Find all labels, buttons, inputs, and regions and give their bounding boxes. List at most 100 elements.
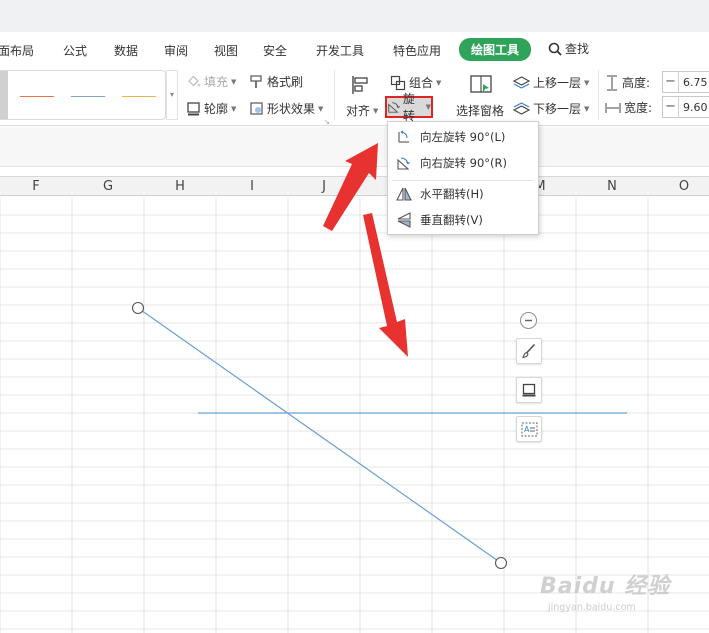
shape-effect-button[interactable]: 形状效果 ▼ <box>249 100 323 117</box>
rotate-right-90-item[interactable]: 向右旋转 90°(R) <box>388 150 538 176</box>
style-swatch-yellow[interactable] <box>122 96 156 97</box>
flip-horizontal-icon <box>396 187 412 201</box>
format-painter-icon <box>250 75 262 88</box>
rotate-icon <box>388 102 400 113</box>
style-swatch-blue[interactable] <box>71 96 105 97</box>
ribbon-toolbar: ▾ 填充 ▼ 格式刷 轮廓 ▼ 形状效果 ▼ ↘ 对齐 ▼ 组合 ▼ 旋转 ▼ 选择窗格 上… <box>0 64 709 126</box>
width-input[interactable]: − 9.60 <box>662 96 709 118</box>
selected-diagonal-line-shape[interactable] <box>137 307 502 564</box>
shape-effect-icon <box>250 102 263 115</box>
gallery-expand-button[interactable]: ▾ <box>166 70 178 120</box>
width-icon <box>605 102 621 113</box>
column-header-o[interactable]: O <box>674 179 694 194</box>
height-input[interactable]: − 6.75 <box>662 71 709 93</box>
column-header-n[interactable]: N <box>602 179 622 194</box>
flip-vertical-item[interactable]: 垂直翻转(V) <box>388 207 538 233</box>
chevron-down-icon: ▼ <box>231 77 237 86</box>
tab-review[interactable]: 审阅 <box>164 42 188 59</box>
width-label-block: 宽度: <box>605 99 652 116</box>
collapse-minus-icon <box>525 319 532 322</box>
flip-horizontal-item[interactable]: 水平翻转(H) <box>388 181 538 207</box>
height-label: 高度: <box>622 76 651 90</box>
tab-drawing-tools[interactable]: 绘图工具 <box>459 38 532 61</box>
watermark-url: jingyan.baidu.com <box>548 602 636 613</box>
send-backward-icon <box>513 102 530 115</box>
group-button[interactable]: 组合 ▼ <box>390 74 441 91</box>
tab-data[interactable]: 数据 <box>114 42 138 59</box>
text-box-button[interactable]: A <box>516 416 542 442</box>
chevron-down-icon: ▼ <box>318 104 324 113</box>
send-backward-label: 下移一层 <box>533 102 582 116</box>
rotate-button[interactable]: 旋转 ▼ <box>385 92 433 123</box>
ribbon-divider <box>598 70 599 120</box>
rotate-label: 旋转 <box>402 92 415 123</box>
outline-button[interactable]: 轮廓 ▼ <box>186 100 236 117</box>
tab-developer-tools[interactable]: 开发工具 <box>316 42 364 59</box>
flip-vertical-label: 垂直翻转(V) <box>420 213 483 227</box>
send-backward-button[interactable]: 下移一层 ▼ <box>513 100 589 117</box>
tab-view[interactable]: 视图 <box>214 42 238 59</box>
column-header-i[interactable]: I <box>242 179 262 194</box>
title-bar-strip <box>0 0 709 32</box>
column-header-g[interactable]: G <box>98 179 118 194</box>
line-start-handle[interactable] <box>131 301 145 315</box>
fill-button[interactable]: 填充 ▼ <box>186 73 236 90</box>
format-painter-button[interactable]: 格式刷 <box>249 73 303 90</box>
height-value: 6.75 <box>683 75 708 89</box>
bring-forward-icon <box>513 76 530 89</box>
chevron-down-icon: ▼ <box>231 104 237 113</box>
chevron-down-icon: ▼ <box>584 78 590 87</box>
flip-horizontal-label: 水平翻转(H) <box>420 187 484 201</box>
watermark-brand: Baidu 经验 <box>540 574 671 599</box>
rotate-left-90-label: 向左旋转 90°(L) <box>420 130 506 144</box>
width-decrease-button[interactable]: − <box>663 97 679 117</box>
line-end-handle[interactable] <box>494 556 508 570</box>
search-label: 查找 <box>565 42 590 56</box>
bring-forward-button[interactable]: 上移一层 ▼ <box>513 74 589 91</box>
brush-icon <box>522 343 536 359</box>
align-icon-block <box>350 74 372 96</box>
shape-effect-label: 形状效果 <box>267 102 316 116</box>
chevron-down-icon: ▼ <box>436 78 442 87</box>
rotate-left-90-item[interactable]: 向左旋转 90°(L) <box>388 124 538 150</box>
selection-pane-icon-block <box>469 74 493 96</box>
group-label: 组合 <box>409 76 434 90</box>
chevron-down-icon: ▼ <box>584 104 590 113</box>
search-tab[interactable]: 查找 <box>548 40 589 57</box>
collapse-button[interactable] <box>520 312 537 329</box>
column-header-row: F G H I J K L M N O <box>0 176 709 196</box>
style-swatch-orange[interactable] <box>20 96 54 97</box>
height-decrease-button[interactable]: − <box>663 72 679 92</box>
shape-outline-button[interactable] <box>516 377 542 403</box>
fill-bucket-icon <box>188 75 201 87</box>
rotate-dropdown-menu: 向左旋转 90°(L) 向右旋转 90°(R) 水平翻转(H) 垂直翻转(V) <box>387 121 539 235</box>
align-button[interactable]: 对齐 ▼ <box>346 102 378 119</box>
svg-text:A: A <box>524 425 530 434</box>
shape-style-gallery[interactable] <box>0 70 166 120</box>
shape-style-button[interactable] <box>516 338 542 364</box>
align-icon <box>352 76 368 94</box>
format-painter-label: 格式刷 <box>267 75 304 89</box>
align-label: 对齐 <box>346 104 371 118</box>
tab-special-apps[interactable]: 特色应用 <box>393 42 441 59</box>
column-header-f[interactable]: F <box>26 179 46 194</box>
column-header-j[interactable]: J <box>314 179 334 194</box>
chevron-down-icon: ▼ <box>373 106 379 115</box>
height-label-block: 高度: <box>605 74 650 91</box>
shape-outline-icon <box>522 383 536 397</box>
menu-bar: 面布局 公式 数据 审阅 视图 安全 开发工具 特色应用 绘图工具 查找 <box>0 34 709 64</box>
fill-label: 填充 <box>204 75 229 89</box>
tab-formulas[interactable]: 公式 <box>63 42 87 59</box>
baidu-jingyan-watermark: Baidu 经验 jingyan.baidu.com <box>534 568 706 628</box>
selection-pane-button[interactable]: 选择窗格 <box>456 102 504 119</box>
search-icon <box>548 42 562 56</box>
column-header-h[interactable]: H <box>170 179 190 194</box>
tab-security[interactable]: 安全 <box>263 42 287 59</box>
flip-vertical-icon <box>397 212 411 228</box>
tab-page-layout[interactable]: 面布局 <box>0 42 34 59</box>
selection-pane-icon <box>470 75 492 93</box>
text-box-icon: A <box>521 422 537 436</box>
outline-icon <box>187 102 200 116</box>
width-label: 宽度: <box>624 101 653 115</box>
group-dialog-launcher-icon[interactable]: ↘ <box>324 118 330 126</box>
